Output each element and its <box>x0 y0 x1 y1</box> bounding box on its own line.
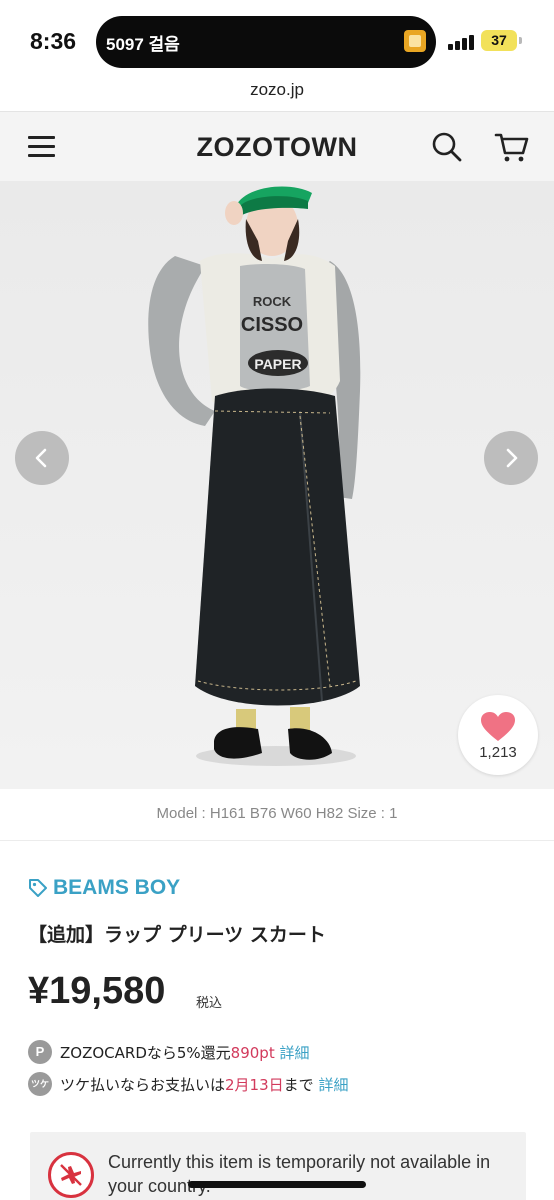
promo-text-main: ZOZOCARDなら5%還元 <box>60 1044 231 1062</box>
svg-text:ROCK: ROCK <box>253 294 292 309</box>
promo-text: ZOZOCARDなら5%還元890pt 詳細 <box>60 1042 310 1063</box>
brand-name: BEAMS BOY <box>53 876 181 899</box>
status-time: 8:36 <box>30 28 77 54</box>
battery-icon: 37 <box>481 30 517 51</box>
next-image-button[interactable] <box>484 431 538 485</box>
battery-cap <box>519 37 522 44</box>
step-count-text: 5097 걸음 <box>106 35 180 54</box>
status-bar: 8:36 5097 걸음 37 <box>0 0 554 80</box>
previous-image-button[interactable] <box>15 431 69 485</box>
product-image-carousel[interactable]: ROCK CISSO PAPER 1,213 <box>0 181 554 789</box>
point-icon: P <box>28 1040 52 1064</box>
search-icon[interactable] <box>430 130 464 164</box>
url-bar[interactable]: zozo.jp <box>0 80 554 110</box>
product-photo: ROCK CISSO PAPER <box>0 181 554 789</box>
battery-level: 37 <box>491 32 507 48</box>
chevron-left-icon <box>35 448 47 468</box>
promo-details-link[interactable]: 詳細 <box>318 1076 348 1094</box>
favorite-button[interactable]: 1,213 <box>458 695 538 775</box>
heart-icon <box>481 712 515 741</box>
favorite-count: 1,213 <box>479 744 517 761</box>
tax-included-label: 税込 <box>196 996 223 1011</box>
chevron-right-icon <box>506 448 518 468</box>
tsuke-icon: ツケ <box>28 1072 52 1096</box>
availability-notice: Currently this item is temporarily not a… <box>30 1132 526 1200</box>
home-indicator[interactable] <box>188 1181 366 1188</box>
app-badge-icon <box>404 30 426 52</box>
site-logo[interactable]: ZOZOTOWN <box>0 132 554 163</box>
notice-text: Currently this item is temporarily not a… <box>108 1152 491 1196</box>
promo-text: ツケ払いならお支払いは2月13日まで 詳細 <box>60 1074 348 1095</box>
promo-due-date: 2月13日 <box>225 1076 284 1094</box>
site-header: ZOZOTOWN <box>0 111 554 181</box>
product-title: 【追加】ラップ プリーツ スカート <box>28 924 326 946</box>
cart-icon[interactable] <box>494 129 530 165</box>
promo-text-main: ツケ払いならお支払いは <box>60 1076 226 1094</box>
svg-text:CISSO: CISSO <box>241 314 303 336</box>
signal-icon <box>448 34 474 50</box>
product-price: ¥19,580 <box>28 970 166 1012</box>
svg-text:PAPER: PAPER <box>254 356 301 372</box>
promo-details-link[interactable]: 詳細 <box>280 1044 310 1062</box>
promo-text-tail: まで <box>283 1076 314 1094</box>
no-shipping-icon <box>48 1152 94 1198</box>
tag-icon <box>29 879 47 897</box>
model-size-info: Model : H161 B76 W60 H82 Size : 1 <box>0 789 554 841</box>
dynamic-island[interactable]: 5097 걸음 <box>96 16 436 68</box>
promo-points: 890pt <box>230 1044 275 1062</box>
